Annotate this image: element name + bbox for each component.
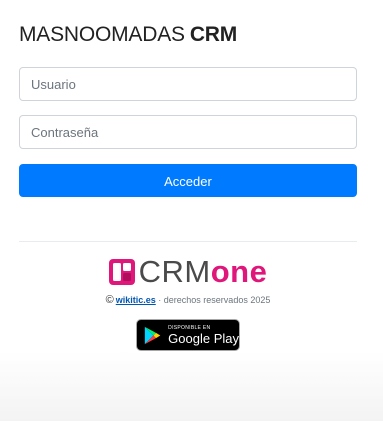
- password-input[interactable]: [19, 115, 357, 149]
- title-brand-bold: CRM: [189, 23, 238, 46]
- divider: [19, 241, 357, 242]
- title-brand: MASNOOMADAS: [19, 23, 185, 46]
- play-small-text: DISPONIBLE EN: [168, 324, 211, 331]
- google-play-text: DISPONIBLE EN Google Play: [168, 324, 239, 346]
- copyright-text: · derechos reservados 2025: [155, 295, 271, 305]
- play-big-text: Google Play: [168, 330, 239, 346]
- crmone-logo-text: CRMone: [138, 254, 268, 289]
- bottom-fade: [0, 351, 383, 421]
- username-input[interactable]: [19, 67, 357, 101]
- copyright-symbol: ©: [105, 294, 114, 306]
- page-title: MASNOOMADAS CRM: [19, 22, 357, 48]
- login-container: MASNOOMADASCRM Acceder CRMone ©wikitic.e…: [19, 0, 357, 351]
- wikitic-link[interactable]: wikitic.es: [116, 295, 156, 305]
- logo-text-crm: CRM: [138, 254, 211, 289]
- google-play-badge[interactable]: DISPONIBLE EN Google Play: [136, 319, 240, 351]
- copyright: © wikitic.es · derechos reservados 2025: [19, 294, 357, 306]
- login-form: Acceder: [19, 67, 357, 197]
- logo-text-one: one: [210, 254, 268, 289]
- crmone-logo-mark-icon: [108, 259, 135, 285]
- crmone-logo: CRMone: [19, 254, 357, 289]
- submit-button[interactable]: Acceder: [19, 164, 357, 197]
- google-play-icon: [144, 326, 161, 344]
